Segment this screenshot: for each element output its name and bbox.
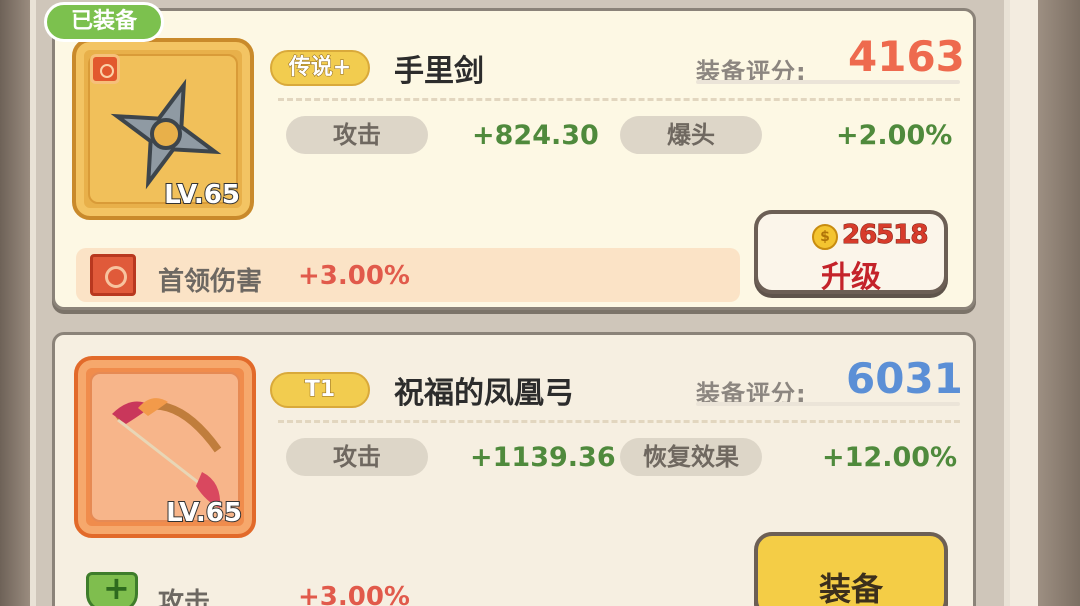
stat-value-attack: +824.30 xyxy=(472,120,599,151)
stat-value-attack: +1139.36 xyxy=(470,442,616,473)
stat-value-headshot: +2.00% xyxy=(836,120,953,151)
equip-button[interactable]: 装备 xyxy=(754,532,948,606)
score-value: 6031 xyxy=(846,354,963,403)
boss-damage-icon xyxy=(90,254,136,296)
equipped-badge: 已装备 xyxy=(44,2,164,42)
rarity-badge: 传说+ xyxy=(270,50,370,86)
score-underline xyxy=(696,80,960,84)
equip-label: 装备 xyxy=(818,570,883,606)
background-left xyxy=(0,0,30,606)
bonus-label: 攻击 xyxy=(158,588,211,606)
score-underline xyxy=(696,402,960,406)
background-right xyxy=(1000,0,1080,606)
item-level: LV.65 xyxy=(165,497,243,529)
item-icon-frame[interactable]: LV.65 xyxy=(72,38,254,220)
shuriken-icon xyxy=(110,78,222,190)
stat-value-recovery: +12.00% xyxy=(822,442,958,473)
bonus-bar: 首领伤害 +3.00% xyxy=(76,248,740,302)
attack-bonus-icon xyxy=(86,569,138,606)
bonus-value: +3.00% xyxy=(298,261,410,291)
tier-badge: T1 xyxy=(270,372,370,408)
item-name: 手里剑 xyxy=(394,54,484,89)
stat-label-attack: 攻击 xyxy=(286,116,428,154)
upgrade-cost: 26518 xyxy=(841,220,928,251)
bonus-label: 首领伤害 xyxy=(158,267,263,297)
upgrade-button[interactable]: $ 26518 升级 xyxy=(754,210,948,295)
item-level: LV.65 xyxy=(163,179,241,211)
divider xyxy=(278,98,960,101)
score-value: 4163 xyxy=(848,32,965,81)
item-name: 祝福的凤凰弓 xyxy=(394,376,574,411)
bonus-value: +3.00% xyxy=(298,582,410,606)
divider xyxy=(278,420,960,423)
item-icon-frame[interactable]: LV.65 xyxy=(74,356,256,538)
upgrade-label: 升级 xyxy=(821,260,881,295)
stat-label-recovery: 恢复效果 xyxy=(620,438,762,476)
gold-coin-icon: $ xyxy=(812,224,838,250)
stat-label-attack: 攻击 xyxy=(286,438,428,476)
stat-label-headshot: 爆头 xyxy=(620,116,762,154)
